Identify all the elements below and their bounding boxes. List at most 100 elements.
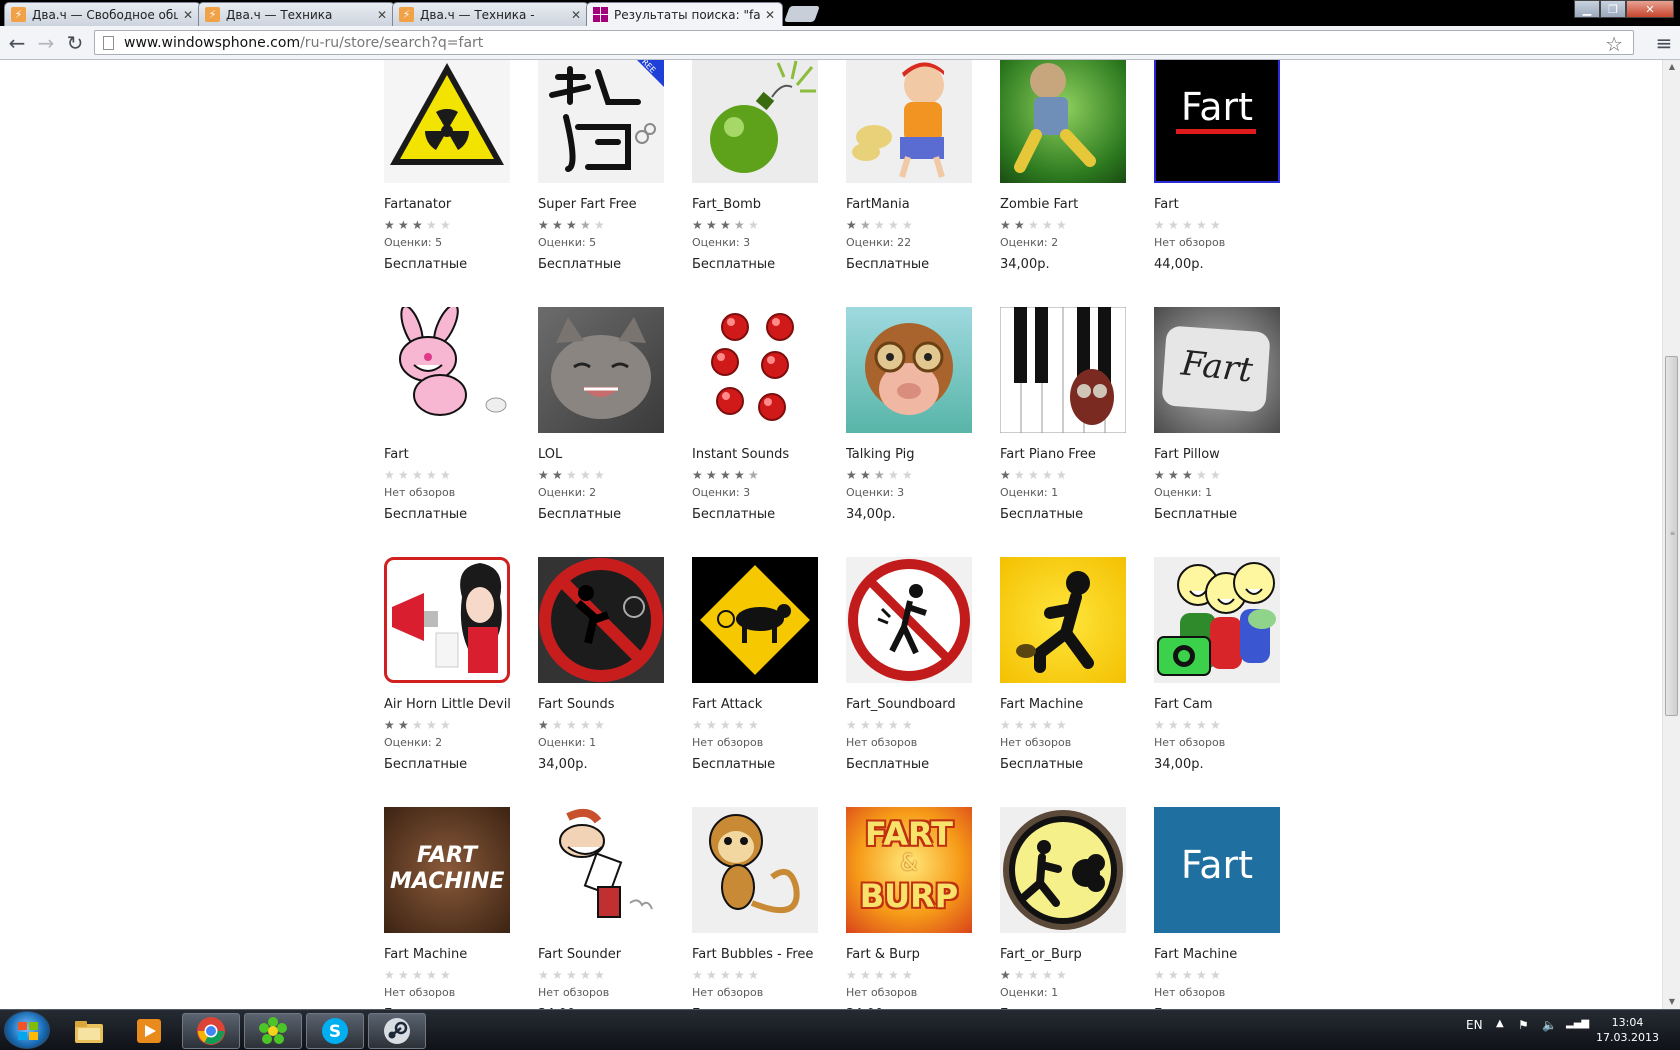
app-card[interactable]: Fart Cam ★ ★ ★ ★ ★ Нет обзоров 34,00р. (1154, 557, 1308, 772)
app-name-link[interactable]: Talking Pig (846, 447, 1000, 462)
app-name-link[interactable]: LOL (538, 447, 692, 462)
app-name-link[interactable]: Fart Cam (1154, 697, 1308, 712)
app-icon[interactable] (1000, 60, 1126, 183)
app-card[interactable]: Fart Attack ★ ★ ★ ★ ★ Нет обзоров Бесплатные (692, 557, 846, 772)
app-card[interactable]: FREE Super Fart Free ★ ★ ★ ★ ★ Оценки: 5 Бесплат… (538, 60, 692, 272)
tab-dvach-2[interactable]: ⚡ Два.ч — Техника ✕ (198, 2, 395, 26)
app-icon[interactable]: Fart (1154, 60, 1280, 183)
app-icon[interactable] (846, 60, 972, 183)
taskbar-chrome[interactable] (182, 1013, 240, 1049)
show-hidden-icons-button[interactable]: ▲ (1496, 1018, 1504, 1029)
volume-icon[interactable]: 🔈 (1542, 1018, 1557, 1032)
app-icon[interactable] (846, 307, 972, 433)
app-icon[interactable] (1000, 307, 1126, 433)
app-name-link[interactable]: Super Fart Free (538, 197, 692, 212)
network-signal-icon[interactable]: ▂▄▆ (1566, 1018, 1589, 1029)
close-icon[interactable]: ✕ (182, 8, 194, 22)
reload-button[interactable]: ↻ (63, 31, 87, 55)
taskbar-media-player[interactable] (120, 1013, 178, 1049)
app-icon[interactable] (692, 557, 818, 683)
vertical-scrollbar[interactable]: ▲ ≡ ▼ (1662, 60, 1680, 1009)
app-icon[interactable] (384, 557, 510, 683)
app-name-link[interactable]: Fart Sounder (538, 947, 692, 962)
app-name-link[interactable]: Fart Bubbles - Free (692, 947, 846, 962)
app-name-link[interactable]: Fart_or_Burp (1000, 947, 1154, 962)
close-icon[interactable]: ✕ (764, 8, 776, 22)
app-icon[interactable] (538, 557, 664, 683)
app-name-link[interactable]: Air Horn Little Devil (384, 697, 538, 712)
app-name-link[interactable]: Fartanator (384, 197, 538, 212)
app-icon[interactable] (1000, 807, 1126, 933)
back-button[interactable]: ← (5, 31, 29, 55)
app-icon[interactable] (692, 307, 818, 433)
app-icon[interactable]: FART & BURP (846, 807, 972, 933)
app-name-link[interactable]: Fart Machine (1000, 697, 1154, 712)
scrollbar-thumb[interactable]: ≡ (1665, 356, 1678, 716)
app-icon[interactable] (1154, 557, 1280, 683)
app-card[interactable]: FartMania ★ ★ ★ ★ ★ Оценки: 22 Бесплатные (846, 60, 1000, 272)
app-card[interactable]: Fart Bubbles - Free★★★★★Нет обзоровБеспл… (692, 807, 846, 1009)
app-icon[interactable] (384, 307, 510, 433)
tab-search-results[interactable]: Результаты поиска: "fart" ✕ (586, 2, 783, 26)
app-name-link[interactable]: Fart_Soundboard (846, 697, 1000, 712)
window-close-button[interactable]: ✕ (1626, 0, 1674, 18)
app-icon[interactable]: Fart (1154, 807, 1280, 933)
app-icon[interactable] (692, 60, 818, 183)
app-name-link[interactable]: Fart Sounds (538, 697, 692, 712)
app-card[interactable]: Fart_Soundboard ★ ★ ★ ★ ★ Нет обзоров Бесплатны… (846, 557, 1000, 772)
app-name-link[interactable]: Zombie Fart (1000, 197, 1154, 212)
app-icon[interactable] (692, 807, 818, 933)
app-icon[interactable]: Fart (1154, 307, 1280, 433)
app-name-link[interactable]: Instant Sounds (692, 447, 846, 462)
app-name-link[interactable]: Fart Machine (1154, 947, 1308, 962)
address-bar[interactable]: www.windowsphone.com/ru-ru/store/search?… (94, 30, 1634, 56)
taskbar-clock[interactable]: 13:04 17.03.2013 (1596, 1015, 1659, 1045)
app-name-link[interactable]: Fart Machine (384, 947, 538, 962)
app-name-link[interactable]: Fart & Burp (846, 947, 1000, 962)
bookmark-star-icon[interactable]: ☆ (1605, 32, 1623, 56)
tab-dvach-1[interactable]: ⚡ Два.ч — Свободное общ ✕ (4, 2, 201, 26)
close-icon[interactable]: ✕ (570, 8, 582, 22)
language-indicator[interactable]: EN (1466, 1018, 1483, 1032)
app-card[interactable]: Zombie Fart ★ ★ ★ ★ ★ Оценки: 2 34,00р. (1000, 60, 1154, 272)
app-card[interactable]: Instant Sounds ★ ★ ★ ★ ★ Оценки: 3 Бесплатные (692, 307, 846, 522)
action-center-icon[interactable]: ⚑ (1518, 1018, 1529, 1032)
app-name-link[interactable]: Fart (1154, 197, 1308, 212)
minimize-button[interactable]: ▁ (1574, 0, 1600, 18)
app-icon[interactable]: FART MACHINE (384, 807, 510, 933)
app-name-link[interactable]: Fart Pillow (1154, 447, 1308, 462)
app-icon[interactable]: FREE (538, 60, 664, 183)
start-button[interactable] (4, 1011, 50, 1049)
app-card[interactable]: Fart Fart ★ ★ ★ ★ ★ Нет обзоров 44,00р. (1154, 60, 1308, 272)
scroll-down-arrow[interactable]: ▼ (1663, 995, 1680, 1009)
app-card[interactable]: Fartanator ★ ★ ★ ★ ★ Оценки: 5 Бесплатные (384, 60, 538, 272)
taskbar-icq[interactable] (244, 1013, 302, 1049)
app-icon[interactable] (538, 307, 664, 433)
app-name-link[interactable]: Fart (384, 447, 538, 462)
app-name-link[interactable]: Fart Attack (692, 697, 846, 712)
app-card[interactable]: Fart_or_Burp★★★★★Оценки: 1Бесплатные (1000, 807, 1154, 1009)
taskbar-explorer[interactable] (60, 1013, 118, 1049)
app-card[interactable]: Fart ★ ★ ★ ★ ★ Нет обзоров Бесплатные (384, 307, 538, 522)
app-icon[interactable] (846, 557, 972, 683)
app-name-link[interactable]: FartMania (846, 197, 1000, 212)
app-card[interactable]: Air Horn Little Devil ★ ★ ★ ★ ★ Оценки: 2 Беспл… (384, 557, 538, 772)
taskbar-skype[interactable]: S (306, 1013, 364, 1049)
app-name-link[interactable]: Fart_Bomb (692, 197, 846, 212)
new-tab-button[interactable] (784, 6, 820, 22)
app-card[interactable]: LOL ★ ★ ★ ★ ★ Оценки: 2 Бесплатные (538, 307, 692, 522)
app-name-link[interactable]: Fart Piano Free (1000, 447, 1154, 462)
tab-dvach-3[interactable]: ⚡ Два.ч — Техника - ✕ (392, 2, 589, 26)
menu-button[interactable]: ≡ (1652, 31, 1676, 55)
app-icon[interactable] (384, 60, 510, 183)
app-card[interactable]: FART MACHINE Fart Machine ★ ★ ★ ★ ★ Нет обзоров… (384, 807, 538, 1009)
app-card[interactable]: Fart Sounder★★★★★Нет обзоров34,00р. (538, 807, 692, 1009)
app-icon[interactable] (538, 807, 664, 933)
forward-button[interactable]: → (34, 31, 58, 55)
app-icon[interactable] (1000, 557, 1126, 683)
close-icon[interactable]: ✕ (376, 8, 388, 22)
app-card[interactable]: Talking Pig ★ ★ ★ ★ ★ Оценки: 3 34,00р. (846, 307, 1000, 522)
app-card[interactable]: FART&BURPFart & Burp★★★★★Нет обзоров34,0… (846, 807, 1000, 1009)
app-card[interactable]: Fart Fart Pillow ★ ★ ★ ★ ★ Оценки: 1 Бесплатные (1154, 307, 1308, 522)
app-card[interactable]: Fart Machine ★ ★ ★ ★ ★ Нет обзоров Бесплатные (1000, 557, 1154, 772)
